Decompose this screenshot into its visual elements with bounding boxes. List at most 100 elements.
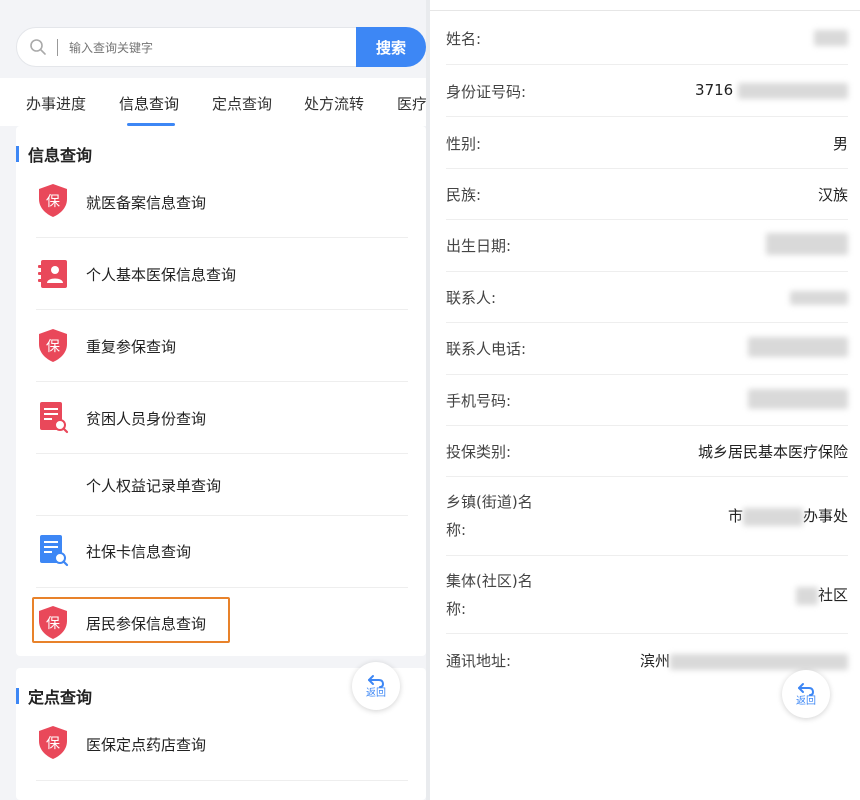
divider [36, 381, 408, 382]
list-item-social-security-card[interactable]: 社保卡信息查询 [36, 520, 408, 580]
redacted-value [748, 337, 848, 357]
township-value-suffix: 办事处 [802, 507, 848, 525]
list-item-label: 个人基本医保信息查询 [86, 266, 237, 284]
detail-value [814, 28, 848, 46]
detail-value: 滨州 [640, 650, 848, 671]
detail-label: 身份证号码: [446, 83, 527, 101]
back-button-label: 返回 [796, 695, 816, 707]
list-item-designated-pharmacy[interactable]: 保 医保定点药店查询 [36, 714, 408, 774]
list-item-label: 个人权益记录单查询 [86, 477, 222, 495]
list-item-duplicate-enrollment[interactable]: 保 重复参保查询 [36, 315, 408, 375]
divider [36, 515, 408, 516]
info-query-card: 信息查询 保 就医备案信息查询 个人基本医保信息查询 保 重复参保查询 贫困人员… [16, 126, 426, 656]
search-button[interactable]: 搜索 [356, 27, 426, 67]
svg-text:保: 保 [46, 194, 60, 210]
tab-info-query[interactable]: 信息查询 [119, 93, 179, 114]
detail-row-township: 乡镇(街道)名 称: 市 办事处 [430, 477, 860, 555]
section-title-info: 信息查询 [28, 146, 93, 165]
detail-row-contact: 联系人: [430, 272, 860, 324]
back-button[interactable]: 返回 [782, 670, 830, 718]
detail-row-gender: 性别: 男 [430, 117, 860, 169]
redacted-value [814, 29, 848, 46]
detail-value: 3716 [695, 81, 848, 99]
detail-row-mobile: 手机号码: [430, 375, 860, 427]
list-item-poverty-identity[interactable]: 贫困人员身份查询 [36, 387, 408, 447]
tab-bar: 办事进度 信息查询 定点查询 处方流转 医疗 [0, 78, 430, 126]
shield-bao-icon: 保 [39, 184, 67, 217]
redacted-value [738, 82, 848, 99]
list-item-rights-record[interactable]: 个人权益记录单查询 [36, 456, 408, 516]
back-button-label: 返回 [366, 687, 386, 699]
tab-prescription-flow[interactable]: 处方流转 [304, 93, 364, 114]
divider [36, 237, 408, 238]
document-search-icon [40, 402, 69, 434]
left-panel: 搜索 办事进度 信息查询 定点查询 处方流转 医疗 信息查询 保 就医备案信息查… [0, 0, 430, 800]
detail-value [748, 337, 848, 357]
detail-value: 城乡居民基本医疗保险 [697, 443, 848, 461]
detail-label: 投保类别: [446, 443, 512, 461]
list-item-label: 就医备案信息查询 [86, 194, 207, 212]
address-value-prefix: 滨州 [639, 652, 670, 670]
search-bar: 搜索 [16, 27, 426, 67]
detail-label-line1: 乡镇(街道)名 [446, 493, 533, 511]
person-card-icon [38, 260, 67, 288]
detail-value: 社区 [795, 584, 848, 605]
divider [430, 10, 860, 11]
detail-label: 出生日期: [446, 237, 512, 255]
detail-value [748, 389, 848, 409]
detail-row-contact-phone: 联系人电话: [430, 323, 860, 375]
highlight-box [32, 597, 230, 643]
detail-label: 联系人: [446, 289, 497, 307]
divider [36, 780, 408, 781]
list-item-medical-filing[interactable]: 保 就医备案信息查询 [36, 170, 408, 230]
detail-row-id-number: 身份证号码: 3716 [430, 65, 860, 117]
right-panel-detail: 姓名: 身份证号码: 3716 性别: 男 民族: 汉族 出生日期: 联系人: [430, 0, 860, 800]
section-title-fixed: 定点查询 [28, 688, 93, 707]
detail-row-ethnicity: 民族: 汉族 [430, 169, 860, 221]
section-accent-bar [16, 688, 19, 704]
tab-medical[interactable]: 医疗 [397, 93, 427, 114]
detail-label: 民族: [446, 186, 482, 204]
list-item-personal-basic-insurance[interactable]: 个人基本医保信息查询 [36, 242, 408, 302]
list-item-label: 贫困人员身份查询 [86, 410, 207, 428]
id-number-prefix: 3716 [695, 81, 734, 99]
search-box[interactable] [16, 27, 358, 67]
return-arrow-icon [798, 682, 815, 696]
detail-label-line1: 集体(社区)名 [446, 572, 533, 590]
card-search-icon [40, 535, 69, 567]
divider [36, 309, 408, 310]
tab-fixed-point-query[interactable]: 定点查询 [212, 93, 272, 114]
detail-value [790, 288, 848, 306]
search-input[interactable] [69, 36, 339, 60]
detail-row-name: 姓名: [430, 12, 860, 64]
redacted-value [670, 653, 848, 670]
divider [36, 453, 408, 454]
section-accent-bar [16, 146, 19, 162]
tab-progress[interactable]: 办事进度 [26, 93, 86, 114]
detail-value [766, 233, 848, 255]
detail-value: 汉族 [817, 186, 848, 204]
search-separator [57, 39, 58, 56]
detail-row-birth-date: 出生日期: [430, 220, 860, 272]
back-button[interactable]: 返回 [352, 662, 400, 710]
list-item-label: 社保卡信息查询 [86, 543, 192, 561]
detail-label: 姓名: [446, 30, 482, 48]
search-icon [30, 39, 46, 55]
redacted-value [742, 507, 803, 526]
redacted-value [795, 586, 818, 605]
detail-row-insurance-type: 投保类别: 城乡居民基本医疗保险 [430, 426, 860, 478]
svg-text:保: 保 [46, 339, 60, 355]
detail-value: 市 办事处 [728, 505, 848, 526]
detail-label-line2: 称: [446, 600, 467, 618]
redacted-value [748, 389, 848, 409]
detail-row-community: 集体(社区)名 称: 社区 [430, 556, 860, 634]
divider [36, 587, 408, 588]
redacted-value [766, 233, 848, 255]
detail-label: 手机号码: [446, 392, 512, 410]
detail-label-line2: 称: [446, 521, 467, 539]
return-arrow-icon [368, 674, 385, 688]
township-value-prefix: 市 [727, 507, 743, 525]
shield-bao-icon: 保 [39, 329, 67, 362]
redacted-value [790, 290, 848, 305]
detail-label: 联系人电话: [446, 340, 527, 358]
